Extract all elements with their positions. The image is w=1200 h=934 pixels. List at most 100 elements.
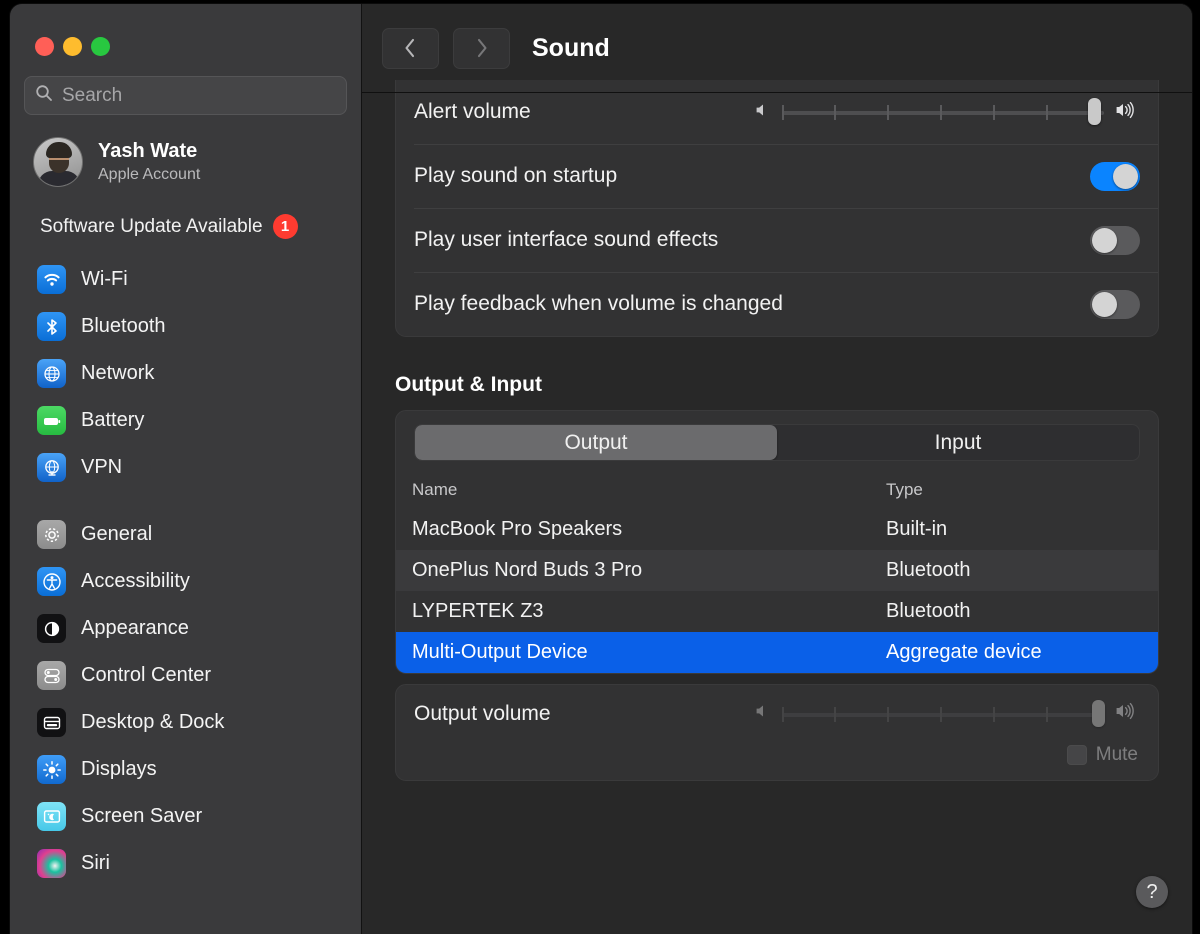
sidebar-item-label: Wi-Fi — [81, 268, 128, 290]
device-type: Bluetooth — [886, 600, 971, 622]
search-icon — [35, 84, 53, 107]
sidebar-item-label: Network — [81, 362, 155, 384]
zoom-button[interactable] — [91, 37, 110, 56]
accessibility-icon — [37, 567, 66, 596]
sidebar-item-screen-saver[interactable]: Screen Saver — [10, 793, 361, 840]
sidebar-item-label: Bluetooth — [81, 315, 166, 337]
sidebar-item-appearance[interactable]: Appearance — [10, 605, 361, 652]
vpn-globe-icon — [37, 453, 66, 482]
sidebar-item-network[interactable]: Network — [10, 350, 361, 397]
sidebar-item-control-center[interactable]: Control Center — [10, 652, 361, 699]
device-name: OnePlus Nord Buds 3 Pro — [412, 559, 643, 581]
sidebar-item-label: Control Center — [81, 664, 212, 686]
table-row[interactable]: OnePlus Nord Buds 3 Pro Bluetooth — [396, 550, 1158, 591]
alert-volume-knob[interactable] — [1088, 98, 1101, 125]
apple-account-row[interactable]: Yash Wate Apple Account — [10, 115, 361, 187]
column-header-type[interactable]: Type — [886, 473, 1158, 509]
sidebar-item-label: Siri — [81, 852, 110, 874]
alert-volume-label: Alert volume — [414, 100, 531, 123]
column-header-name[interactable]: Name — [396, 473, 886, 509]
brightness-icon — [37, 755, 66, 784]
tab-input[interactable]: Input — [777, 425, 1139, 460]
forward-button[interactable] — [453, 27, 510, 69]
output-input-card: Output Input Name Type MacBook Pro Speak… — [395, 410, 1159, 674]
device-table[interactable]: Name Type MacBook Pro Speakers Built-in … — [396, 473, 1158, 673]
sidebar-item-vpn[interactable]: VPN — [10, 444, 361, 491]
sidebar-item-displays[interactable]: Displays — [10, 746, 361, 793]
alert-volume-slider[interactable] — [754, 98, 1140, 125]
sidebar-nav: Wi-Fi Bluetooth Network Battery VPN Gene… — [10, 239, 361, 887]
sidebar-item-label: Appearance — [81, 617, 189, 639]
sidebar-item-label: Desktop & Dock — [81, 711, 225, 733]
play-ui-sound-effects-toggle[interactable] — [1090, 225, 1140, 255]
sidebar-group-divider — [10, 491, 361, 511]
sidebar-item-battery[interactable]: Battery — [10, 397, 361, 444]
desktop-dock-icon — [37, 708, 66, 737]
output-input-tabs-container: Output Input — [396, 411, 1158, 473]
siri-icon — [37, 849, 66, 878]
control-center-icon — [37, 661, 66, 690]
search-container: Search — [10, 56, 361, 115]
wifi-icon — [37, 265, 66, 294]
sidebar-item-label: General — [81, 523, 153, 545]
slider-track-line — [782, 111, 1104, 115]
search-field[interactable]: Search — [24, 76, 347, 115]
output-volume-track[interactable] — [782, 699, 1105, 727]
help-button[interactable]: ? — [1136, 876, 1168, 908]
close-button[interactable] — [35, 37, 54, 56]
device-name: LYPERTEK Z3 — [412, 600, 544, 622]
output-input-section-title: Output & Input — [395, 373, 542, 396]
content-pane: Sound Alert volume Play sound on startup… — [362, 4, 1192, 934]
alert-volume-row: Alert volume — [396, 80, 1158, 144]
window-controls — [10, 4, 361, 56]
sidebar-item-wifi[interactable]: Wi-Fi — [10, 256, 361, 303]
minimize-button[interactable] — [63, 37, 82, 56]
bluetooth-icon — [37, 312, 66, 341]
table-row[interactable]: MacBook Pro Speakers Built-in — [396, 509, 1158, 550]
speaker-low-icon — [754, 101, 772, 124]
table-row[interactable]: LYPERTEK Z3 Bluetooth — [396, 591, 1158, 632]
table-row-selected[interactable]: Multi-Output Device Aggregate device — [396, 632, 1158, 673]
software-update-row[interactable]: Software Update Available 1 — [10, 187, 361, 239]
play-ui-sound-effects-row: Play user interface sound effects — [396, 208, 1158, 272]
play-sound-on-startup-row: Play sound on startup — [396, 144, 1158, 208]
sidebar: Search Yash Wate Apple Account Software … — [10, 4, 362, 934]
gear-icon — [37, 520, 66, 549]
output-volume-slider[interactable] — [754, 699, 1140, 727]
sidebar-item-label: Accessibility — [81, 570, 190, 592]
sidebar-item-general[interactable]: General — [10, 511, 361, 558]
play-sound-on-startup-toggle[interactable] — [1090, 161, 1140, 191]
search-placeholder: Search — [62, 84, 123, 106]
device-type: Aggregate device — [886, 641, 1042, 663]
speaker-low-icon — [754, 702, 772, 725]
device-type: Built-in — [886, 518, 948, 540]
output-volume-knob[interactable] — [1092, 699, 1105, 727]
sidebar-item-siri[interactable]: Siri — [10, 840, 361, 887]
mute-checkbox[interactable] — [1066, 745, 1087, 765]
output-volume-label: Output volume — [414, 701, 551, 725]
sidebar-item-desktop-dock[interactable]: Desktop & Dock — [10, 699, 361, 746]
device-name: Multi-Output Device — [412, 641, 588, 663]
sound-effects-card: Alert volume Play sound on startup Play … — [395, 80, 1159, 337]
alert-volume-track[interactable] — [782, 98, 1104, 125]
battery-icon — [37, 406, 66, 435]
toggle-label: Play user interface sound effects — [414, 228, 719, 251]
back-button[interactable] — [382, 27, 439, 69]
play-volume-feedback-row: Play feedback when volume is changed — [396, 272, 1158, 336]
sidebar-item-bluetooth[interactable]: Bluetooth — [10, 303, 361, 350]
tab-output[interactable]: Output — [415, 425, 777, 460]
play-volume-feedback-toggle[interactable] — [1090, 289, 1140, 319]
account-name: Yash Wate — [98, 139, 198, 162]
speaker-high-icon — [1114, 701, 1140, 726]
toggle-label: Play sound on startup — [414, 164, 618, 187]
settings-scroll-area[interactable]: Alert volume Play sound on startup Play … — [362, 80, 1192, 934]
status-badge: 1 — [272, 214, 298, 239]
sidebar-item-label: Displays — [81, 758, 157, 780]
output-input-segmented-control[interactable]: Output Input — [414, 424, 1140, 461]
device-type: Bluetooth — [886, 559, 971, 581]
device-name: MacBook Pro Speakers — [412, 518, 623, 540]
toolbar: Sound — [362, 4, 1192, 92]
output-volume-card: Output volume Mute — [395, 684, 1159, 781]
avatar — [33, 137, 83, 187]
sidebar-item-accessibility[interactable]: Accessibility — [10, 558, 361, 605]
